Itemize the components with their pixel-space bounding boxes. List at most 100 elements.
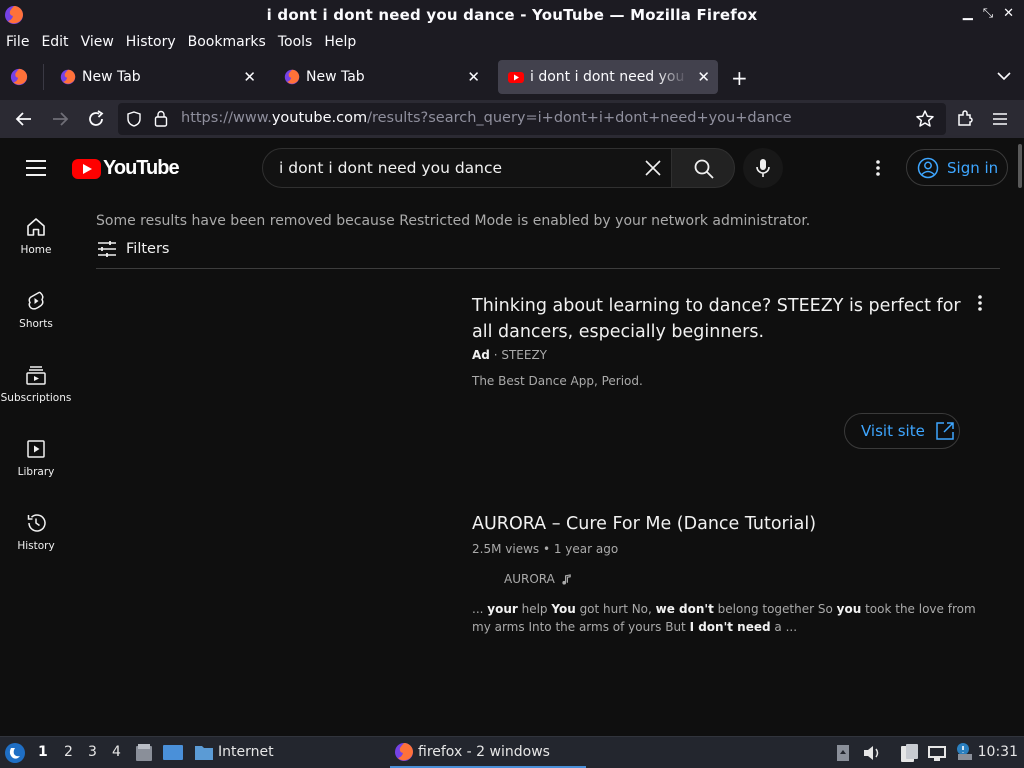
youtube-favicon-icon bbox=[508, 72, 524, 83]
snippet-run: got hurt No, bbox=[575, 602, 656, 616]
url-bar[interactable]: https://www.youtube.com/results?search_q… bbox=[118, 103, 946, 135]
window-titlebar: i dont i dont need you dance - YouTube —… bbox=[0, 0, 1024, 30]
sign-in-button[interactable]: Sign in bbox=[906, 149, 1008, 186]
snippet-run: we don't bbox=[655, 602, 714, 616]
notification-icon[interactable] bbox=[836, 744, 850, 762]
search-button[interactable] bbox=[671, 148, 735, 188]
file-manager-icon[interactable] bbox=[134, 743, 154, 763]
lock-icon[interactable] bbox=[154, 110, 168, 127]
taskbar-internet-folder[interactable]: Internet bbox=[194, 743, 274, 761]
bookmark-star-icon[interactable] bbox=[915, 109, 935, 129]
tab-label: i dont i dont need you dance - YouTube bbox=[530, 69, 688, 85]
start-menu-icon[interactable] bbox=[4, 742, 26, 764]
workspace-2[interactable]: 2 bbox=[64, 744, 73, 760]
firefox-tab-icon bbox=[60, 69, 76, 85]
guide-item-subscriptions[interactable]: Subscriptions bbox=[0, 350, 72, 424]
workspace-1[interactable]: 1 bbox=[38, 744, 48, 760]
snippet-run: a ... bbox=[770, 620, 798, 634]
navigation-toolbar: https://www.youtube.com/results?search_q… bbox=[0, 100, 1024, 138]
ad-advertiser[interactable]: STEEZY bbox=[501, 348, 547, 362]
back-arrow-icon[interactable] bbox=[14, 109, 34, 129]
workspace-4[interactable]: 4 bbox=[112, 744, 121, 760]
external-link-icon bbox=[936, 422, 954, 440]
menu-bookmarks[interactable]: Bookmarks bbox=[188, 34, 266, 50]
app-menu-hamburger-icon[interactable] bbox=[990, 109, 1010, 129]
library-icon bbox=[27, 440, 45, 458]
close-icon[interactable]: ✕ bbox=[1003, 6, 1014, 21]
guide-item-history[interactable]: History bbox=[0, 498, 72, 572]
snippet-run: I don't need bbox=[689, 620, 771, 634]
account-circle-icon bbox=[917, 157, 939, 178]
url-text[interactable]: https://www.youtube.com/results?search_q… bbox=[181, 110, 792, 126]
folder-icon bbox=[195, 746, 213, 760]
filters-button[interactable]: Filters bbox=[96, 240, 169, 258]
restricted-mode-notice: Some results have been removed because R… bbox=[96, 213, 811, 229]
snippet-run: You bbox=[551, 602, 576, 616]
microphone-icon bbox=[756, 159, 770, 177]
ad-badge: Ad bbox=[472, 348, 490, 362]
snippet-run: belong together So bbox=[713, 602, 837, 616]
menu-tools[interactable]: Tools bbox=[278, 34, 313, 50]
tab-youtube[interactable]: i dont i dont need you dance - YouTube ✕ bbox=[498, 60, 718, 94]
video-channel[interactable]: AURORA bbox=[504, 572, 572, 586]
restore-icon[interactable]: ⤡ bbox=[983, 6, 993, 21]
search-box[interactable]: i dont i dont need you dance bbox=[262, 148, 672, 188]
extensions-puzzle-icon[interactable] bbox=[955, 109, 975, 129]
firefox-logo-icon bbox=[5, 6, 23, 24]
filter-sliders-icon bbox=[98, 241, 116, 257]
update-notifier-icon[interactable] bbox=[954, 742, 974, 762]
ad-more-actions-icon[interactable] bbox=[970, 293, 990, 313]
menu-file[interactable]: File bbox=[6, 34, 29, 50]
firefox-view-icon[interactable] bbox=[10, 68, 28, 86]
visit-site-button[interactable]: Visit site bbox=[844, 413, 960, 449]
taskbar: 1 2 3 4 Internet firefox - 2 windows 10:… bbox=[0, 736, 1024, 768]
guide-item-home[interactable]: Home bbox=[0, 202, 72, 276]
settings-more-icon[interactable] bbox=[868, 158, 888, 178]
firefox-taskbar-icon bbox=[395, 742, 413, 761]
network-icon[interactable] bbox=[927, 744, 947, 762]
ad-meta: Ad · STEEZY bbox=[472, 348, 548, 362]
tracking-protection-shield-icon[interactable] bbox=[126, 111, 142, 127]
video-meta: 2.5M views • 1 year ago bbox=[472, 542, 619, 556]
menu-edit[interactable]: Edit bbox=[41, 34, 68, 50]
youtube-logo[interactable]: YouTube bbox=[72, 157, 180, 180]
volume-icon[interactable] bbox=[862, 744, 882, 762]
reload-icon[interactable] bbox=[86, 109, 106, 129]
video-title[interactable]: AURORA – Cure For Me (Dance Tutorial) bbox=[472, 514, 816, 534]
tab-new-tab-2[interactable]: New Tab ✕ bbox=[274, 60, 488, 94]
guide-item-shorts[interactable]: Shorts bbox=[0, 276, 72, 350]
forward-arrow-icon[interactable] bbox=[50, 109, 70, 129]
voice-search-button[interactable] bbox=[743, 148, 783, 188]
search-input[interactable]: i dont i dont need you dance bbox=[279, 159, 502, 177]
menu-bar: File Edit View History Bookmarks Tools H… bbox=[0, 30, 1024, 54]
clear-search-icon[interactable] bbox=[643, 158, 663, 178]
tab-separator bbox=[43, 64, 44, 90]
tab-close-icon[interactable]: ✕ bbox=[467, 68, 480, 86]
minimize-icon[interactable]: ▁ bbox=[963, 6, 973, 21]
tab-close-icon[interactable]: ✕ bbox=[243, 68, 256, 86]
menu-history[interactable]: History bbox=[126, 34, 176, 50]
guide-item-library[interactable]: Library bbox=[0, 424, 72, 498]
show-desktop-icon[interactable] bbox=[162, 743, 184, 763]
snippet-run: you bbox=[836, 602, 862, 616]
taskbar-firefox-task[interactable]: firefox - 2 windows bbox=[390, 737, 586, 768]
page-scrollbar[interactable] bbox=[1018, 144, 1022, 188]
subscriptions-icon bbox=[26, 366, 46, 385]
history-icon bbox=[27, 514, 46, 532]
firefox-tab-icon bbox=[284, 69, 300, 85]
snippet-run: help bbox=[517, 602, 552, 616]
tab-close-icon[interactable]: ✕ bbox=[697, 68, 710, 86]
tab-bar: New Tab ✕ New Tab ✕ i dont i dont need y… bbox=[0, 54, 1024, 100]
list-all-tabs-icon[interactable] bbox=[996, 68, 1012, 84]
ad-title[interactable]: Thinking about learning to dance? STEEZY… bbox=[472, 293, 962, 345]
video-age: 1 year ago bbox=[553, 542, 619, 556]
tab-new-tab-1[interactable]: New Tab ✕ bbox=[50, 60, 264, 94]
home-icon bbox=[27, 218, 45, 236]
clipboard-icon[interactable] bbox=[898, 743, 920, 763]
guide-menu-icon[interactable] bbox=[26, 160, 46, 176]
menu-view[interactable]: View bbox=[81, 34, 114, 50]
menu-help[interactable]: Help bbox=[324, 34, 356, 50]
new-tab-button[interactable]: + bbox=[731, 66, 748, 90]
workspace-3[interactable]: 3 bbox=[88, 744, 97, 760]
window-title: i dont i dont need you dance - YouTube —… bbox=[266, 6, 758, 24]
